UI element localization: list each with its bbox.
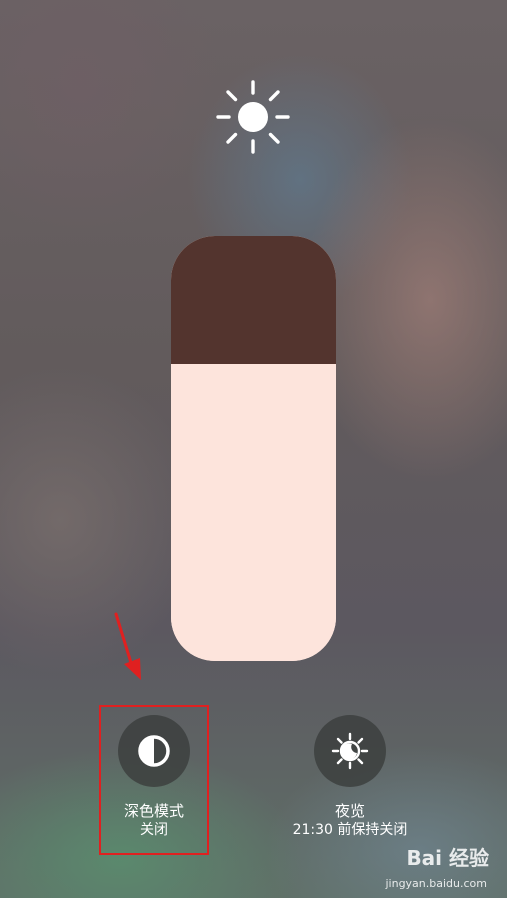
night-shift-button[interactable] (314, 715, 386, 787)
baidu-watermark: Bai 经验 jingyan.baidu.com (359, 842, 489, 890)
watermark-brand: Bai 经验 (406, 846, 489, 870)
sun-icon (216, 80, 290, 154)
night-shift-status: 21:30 前保持关闭 (292, 822, 408, 838)
night-shift-control[interactable]: 夜览 21:30 前保持关闭 (270, 707, 430, 840)
brightness-slider[interactable] (171, 236, 336, 661)
brightness-slider-track (171, 236, 336, 364)
brightness-slider-fill (171, 363, 336, 661)
night-shift-label: 夜览 (334, 802, 365, 820)
watermark-site: jingyan.baidu.com (385, 877, 487, 890)
sun-moon-icon (331, 732, 369, 770)
red-arrow-annotation (114, 612, 141, 680)
highlight-box-annotation (99, 705, 209, 855)
